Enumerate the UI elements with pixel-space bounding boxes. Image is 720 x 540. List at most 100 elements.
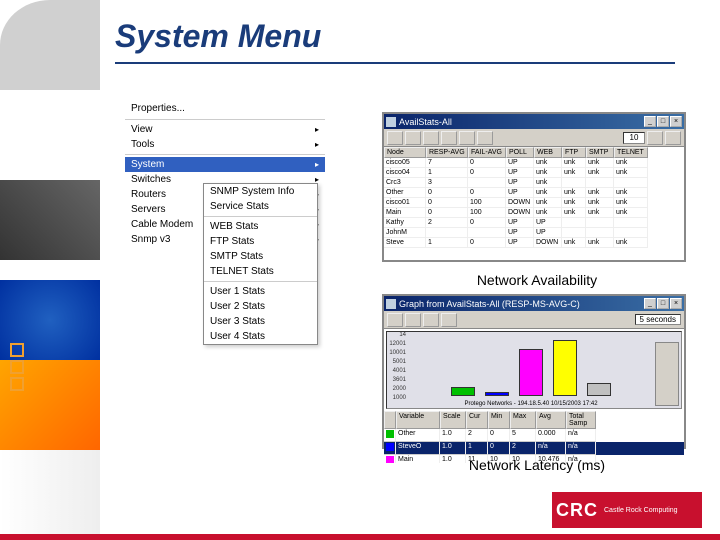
table-cell: 0 bbox=[468, 168, 506, 178]
column-header[interactable]: Max bbox=[510, 411, 536, 429]
column-header[interactable]: RESP-AVG bbox=[426, 147, 468, 158]
table-row[interactable]: Steve10UPDOWNunkunkunk bbox=[384, 238, 684, 248]
table-cell bbox=[586, 218, 614, 228]
table-cell: unk bbox=[562, 238, 586, 248]
table-cell: Steve bbox=[384, 238, 426, 248]
submenu-item-user-3-stats[interactable]: User 3 Stats bbox=[204, 314, 317, 329]
toolbar-button-1[interactable] bbox=[387, 313, 403, 327]
chart-xlabel: Protego Networks - 194.18.5.40 10/15/200… bbox=[411, 401, 651, 407]
table-cell: 2 bbox=[466, 429, 488, 442]
column-header[interactable]: Min bbox=[488, 411, 510, 429]
table-cell: unk bbox=[534, 168, 562, 178]
toolbar-button-5[interactable] bbox=[459, 131, 475, 145]
brand-bar bbox=[0, 534, 720, 540]
table-cell: unk bbox=[614, 168, 648, 178]
window-close-button[interactable]: × bbox=[670, 116, 682, 127]
submenu-item-service-stats[interactable]: Service Stats bbox=[204, 199, 317, 214]
table-row[interactable]: Other1.02050.000n/a bbox=[384, 429, 684, 442]
submenu-item-web-stats[interactable]: WEB Stats bbox=[204, 219, 317, 234]
submenu-item-smtp-stats[interactable]: SMTP Stats bbox=[204, 249, 317, 264]
window-icon bbox=[386, 117, 396, 127]
column-header[interactable]: Avg bbox=[536, 411, 566, 429]
toolbar-button-4[interactable] bbox=[441, 131, 457, 145]
availability-titlebar[interactable]: AvailStats-All _ □ × bbox=[384, 114, 684, 129]
table-cell: 1.0 bbox=[440, 442, 466, 455]
submenu-item-user-2-stats[interactable]: User 2 Stats bbox=[204, 299, 317, 314]
chart-pager[interactable] bbox=[655, 342, 679, 406]
column-header[interactable]: WEB bbox=[534, 147, 562, 158]
table-cell: unk bbox=[562, 158, 586, 168]
table-row[interactable]: SteveO1.0102n/an/a bbox=[384, 442, 684, 455]
menu-item-tools[interactable]: Tools▸ bbox=[125, 137, 325, 152]
toolbar-button-8[interactable] bbox=[665, 131, 681, 145]
latency-titlebar[interactable]: Graph from AvailStats-All (RESP-MS-AVG-C… bbox=[384, 296, 684, 311]
column-header[interactable] bbox=[384, 411, 396, 429]
column-header[interactable]: FTP bbox=[562, 147, 586, 158]
submenu-item-user-4-stats[interactable]: User 4 Stats bbox=[204, 329, 317, 344]
table-cell bbox=[562, 228, 586, 238]
column-header[interactable]: FAIL-AVG bbox=[468, 147, 506, 158]
column-header[interactable]: Variable bbox=[396, 411, 440, 429]
latency-window: Graph from AvailStats-All (RESP-MS-AVG-C… bbox=[382, 294, 686, 449]
menu-heading-properties[interactable]: Properties... bbox=[125, 100, 325, 117]
submenu-item-telnet-stats[interactable]: TELNET Stats bbox=[204, 264, 317, 279]
column-header[interactable]: Total Samp bbox=[566, 411, 596, 429]
menu-item-system[interactable]: System▸ bbox=[125, 157, 325, 172]
table-row[interactable]: cisco010100DOWNunkunkunkunk bbox=[384, 198, 684, 208]
toolbar-button-2[interactable] bbox=[405, 131, 421, 145]
toolbar-button-2[interactable] bbox=[405, 313, 421, 327]
column-header[interactable]: SMTP bbox=[586, 147, 614, 158]
table-cell bbox=[562, 178, 586, 188]
toolbar-button-4[interactable] bbox=[441, 313, 457, 327]
table-row[interactable]: cisco0410UPunkunkunkunk bbox=[384, 168, 684, 178]
column-header[interactable]: POLL bbox=[506, 147, 534, 158]
window-maximize-button[interactable]: □ bbox=[657, 298, 669, 309]
table-cell: unk bbox=[586, 198, 614, 208]
column-header[interactable]: Cur bbox=[466, 411, 488, 429]
window-minimize-button[interactable]: _ bbox=[644, 298, 656, 309]
title-underline bbox=[115, 62, 675, 64]
column-header[interactable]: Node bbox=[384, 147, 426, 158]
table-cell: 3 bbox=[426, 178, 468, 188]
availability-window: AvailStats-All _ □ × NodeRESP-AVGFAIL-AV… bbox=[382, 112, 686, 262]
logo-mark: CRC bbox=[556, 500, 598, 521]
window-close-button[interactable]: × bbox=[670, 298, 682, 309]
table-cell: UP bbox=[506, 218, 534, 228]
toolbar-button-6[interactable] bbox=[477, 131, 493, 145]
table-row[interactable]: JohnMUPUP bbox=[384, 228, 684, 238]
table-row[interactable]: cisco0570UPunkunkunkunk bbox=[384, 158, 684, 168]
table-cell: unk bbox=[586, 208, 614, 218]
submenu-item-ftp-stats[interactable]: FTP Stats bbox=[204, 234, 317, 249]
column-header[interactable]: TELNET bbox=[614, 147, 648, 158]
table-row[interactable]: Crc33UPunk bbox=[384, 178, 684, 188]
table-row[interactable]: Other00UPunkunkunkunk bbox=[384, 188, 684, 198]
table-cell: 1.0 bbox=[440, 429, 466, 442]
window-minimize-button[interactable]: _ bbox=[644, 116, 656, 127]
toolbar-button-7[interactable] bbox=[647, 131, 663, 145]
window-maximize-button[interactable]: □ bbox=[657, 116, 669, 127]
toolbar-button-1[interactable] bbox=[387, 131, 403, 145]
toolbar-button-3[interactable] bbox=[423, 131, 439, 145]
table-cell bbox=[586, 178, 614, 188]
column-header[interactable]: Scale bbox=[440, 411, 466, 429]
table-cell: SteveO bbox=[396, 442, 440, 455]
system-menu: Properties... View▸Tools▸ System▸Switche… bbox=[125, 100, 325, 247]
table-cell: unk bbox=[562, 188, 586, 198]
table-cell: unk bbox=[586, 188, 614, 198]
page-title: System Menu bbox=[115, 18, 321, 55]
table-row[interactable]: Kathy20UPUP bbox=[384, 218, 684, 228]
submenu-item-user-1-stats[interactable]: User 1 Stats bbox=[204, 284, 317, 299]
table-cell: unk bbox=[614, 188, 648, 198]
interval-dropdown[interactable]: 5 seconds bbox=[635, 314, 681, 325]
submenu-item-snmp-system-info[interactable]: SNMP System Info bbox=[204, 184, 317, 199]
menu-item-view[interactable]: View▸ bbox=[125, 122, 325, 137]
toolbar-interval-input[interactable] bbox=[623, 132, 645, 144]
table-row[interactable]: Main0100DOWNunkunkunkunk bbox=[384, 208, 684, 218]
table-cell: n/a bbox=[566, 429, 596, 442]
system-submenu: SNMP System InfoService Stats WEB StatsFT… bbox=[203, 183, 318, 345]
table-cell bbox=[614, 228, 648, 238]
toolbar-button-3[interactable] bbox=[423, 313, 439, 327]
table-cell: 0 bbox=[488, 429, 510, 442]
table-cell: unk bbox=[586, 238, 614, 248]
table-cell: 7 bbox=[426, 158, 468, 168]
